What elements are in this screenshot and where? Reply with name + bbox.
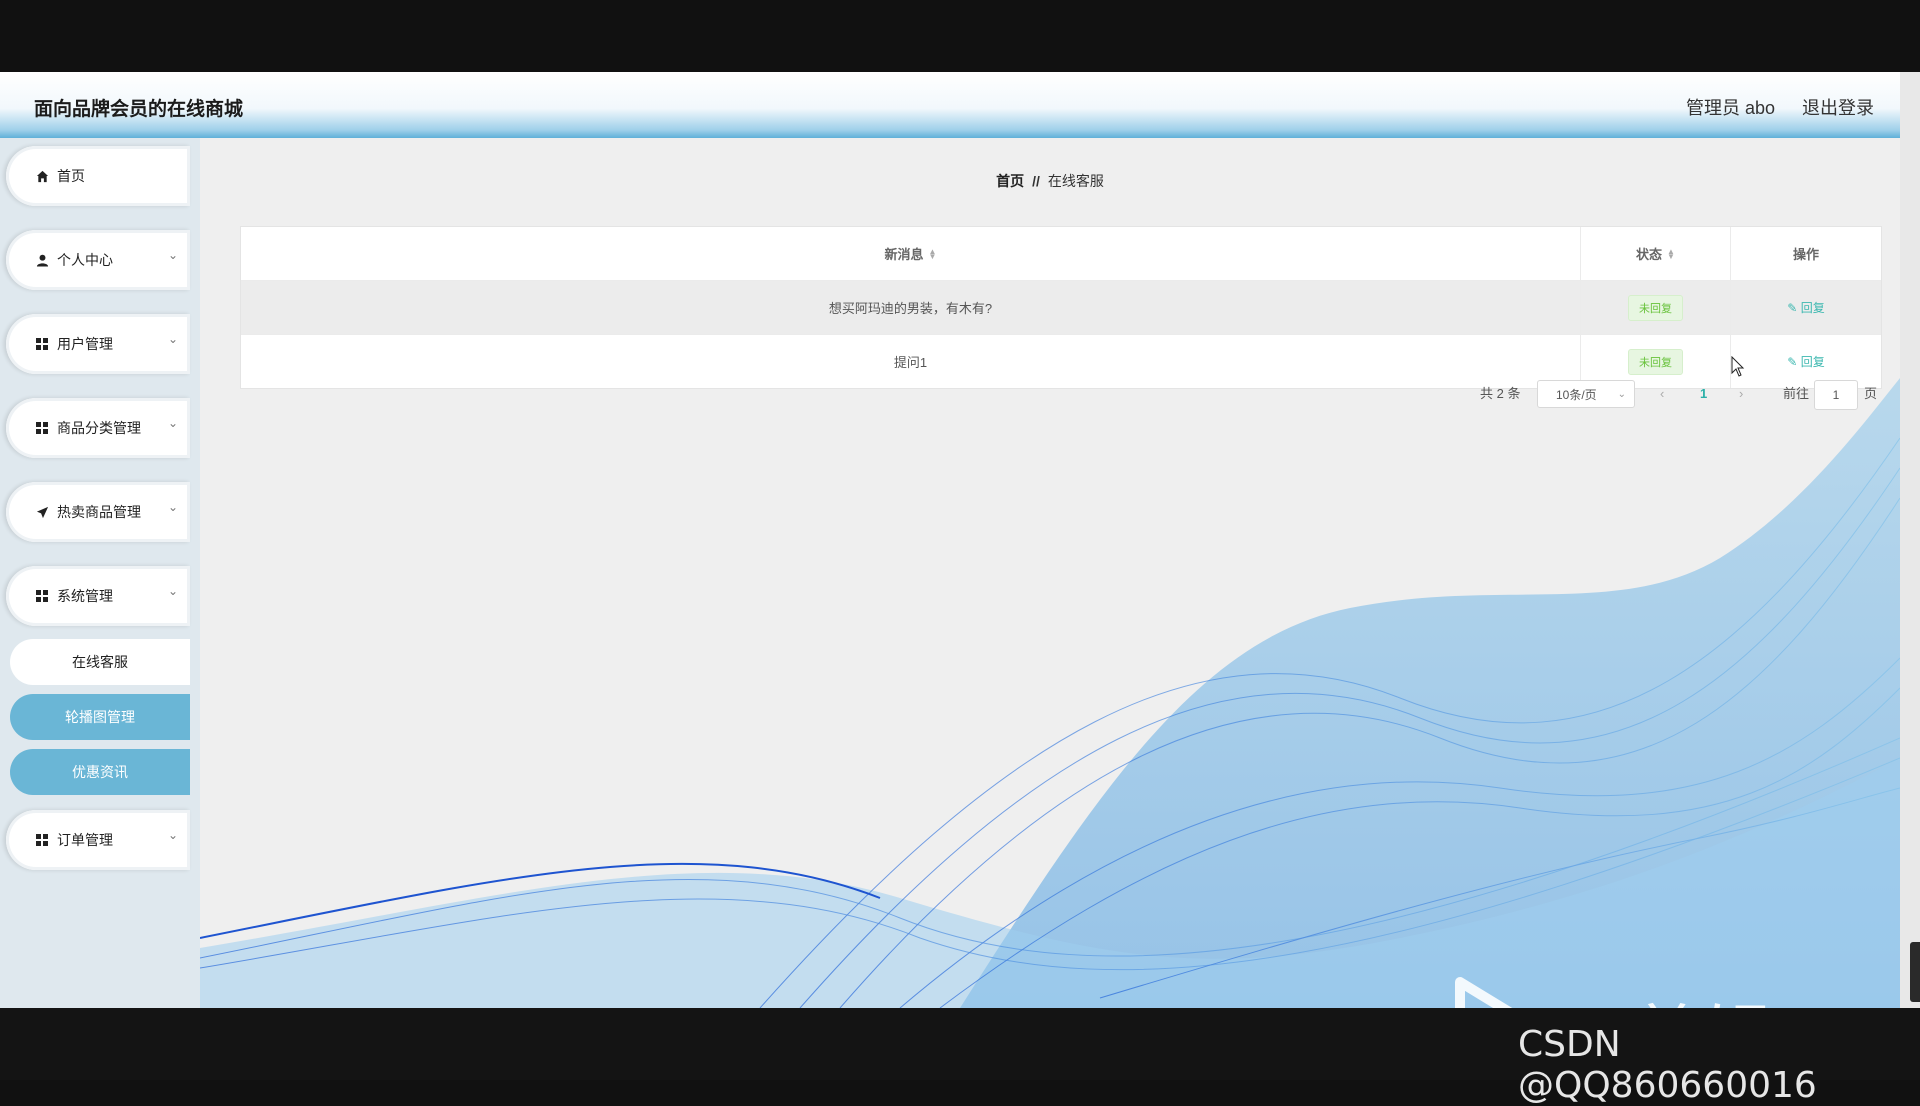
column-header-actions: 操作: [1731, 227, 1881, 280]
ev-editor-watermark: ev剪辑: [1452, 974, 1812, 1008]
sort-icon[interactable]: ▲ ▼: [929, 247, 937, 260]
sidebar-item-orders[interactable]: 订单管理 ⌄: [6, 810, 190, 870]
breadcrumb-current: 在线客服: [1047, 173, 1104, 189]
page-suffix-label: 页: [1864, 386, 1878, 401]
grid-icon: [34, 336, 50, 352]
chevron-down-icon: ⌄: [168, 500, 179, 514]
action-cell: ✎ 回复: [1731, 281, 1881, 334]
pagination-total: 共 2 条: [1480, 386, 1521, 401]
sidebar-item-label: 订单管理: [57, 832, 113, 848]
submenu-item-carousel[interactable]: 轮播图管理: [10, 694, 190, 740]
table-header-row: 新消息 ▲ ▼ 状态 ▲ ▼ 操作: [241, 227, 1881, 281]
edit-icon: ✎: [1787, 355, 1798, 369]
chevron-down-icon: ⌄: [1617, 389, 1626, 400]
mouse-cursor-icon: [1731, 356, 1745, 377]
pagination: 共 2 条 10条/页 ⌄ ‹ 1 › 前往 1 页: [200, 380, 1900, 410]
sidebar-item-categories[interactable]: 商品分类管理 ⌄: [6, 398, 190, 458]
video-letterbox-top: [0, 0, 1920, 72]
goto-page-input[interactable]: 1: [1814, 380, 1858, 410]
chevron-down-icon: ⌄: [168, 332, 179, 346]
ev-editor-watermark-text: ev剪辑: [1548, 980, 1773, 1008]
app-window: 面向品牌会员的在线商城 管理员 abo 退出登录 首页 个人中心 ⌄ 用户管理 …: [0, 72, 1900, 1008]
chevron-down-icon: ⌄: [168, 416, 179, 430]
next-page-icon[interactable]: ›: [1739, 380, 1743, 408]
column-header-label: 操作: [1792, 247, 1819, 262]
sidebar-item-system[interactable]: 系统管理 ⌄: [6, 566, 190, 626]
messages-table: 新消息 ▲ ▼ 状态 ▲ ▼ 操作 想买阿玛迪的男装，有木有? 未回复 ✎ 回复…: [240, 226, 1882, 389]
right-edge-strip: [1900, 72, 1920, 1008]
breadcrumb: 首页 // 在线客服: [200, 171, 1900, 191]
message-cell: 想买阿玛迪的男装，有木有?: [241, 281, 1581, 334]
submenu-item-online-service[interactable]: 在线客服: [10, 639, 190, 685]
column-header-message[interactable]: 新消息 ▲ ▼: [241, 227, 1581, 280]
logout-link[interactable]: 退出登录: [1802, 94, 1874, 120]
top-bar: 面向品牌会员的在线商城 管理员 abo 退出登录: [0, 72, 1900, 138]
reply-button[interactable]: ✎ 回复: [1787, 353, 1824, 370]
sidebar-item-profile[interactable]: 个人中心 ⌄: [6, 230, 190, 290]
chevron-down-icon: ⌄: [168, 248, 179, 262]
chevron-down-icon: ⌄: [168, 584, 179, 598]
grid-icon: [34, 420, 50, 436]
goto-label: 前往: [1783, 386, 1810, 401]
column-header-status[interactable]: 状态 ▲ ▼: [1581, 227, 1731, 280]
sidebar-item-label: 用户管理: [57, 336, 113, 352]
sidebar-item-label: 个人中心: [57, 252, 113, 268]
sort-icon[interactable]: ▲ ▼: [1667, 247, 1675, 260]
grid-icon: [34, 588, 50, 604]
current-user-label: 管理员 abo: [1686, 98, 1776, 118]
send-icon: [34, 504, 50, 520]
play-logo-icon: [1455, 977, 1513, 1008]
status-badge: 未回复: [1628, 294, 1683, 321]
edit-icon: ✎: [1787, 301, 1798, 315]
column-header-label: 状态: [1636, 247, 1663, 262]
reply-label: 回复: [1800, 301, 1825, 315]
column-header-label: 新消息: [884, 247, 924, 262]
sidebar: 首页 个人中心 ⌄ 用户管理 ⌄ 商品分类管理 ⌄ 热卖商品管理 ⌄ 系统管理 …: [0, 138, 200, 1008]
status-badge: 未回复: [1628, 348, 1683, 375]
page-number-current[interactable]: 1: [1700, 380, 1707, 408]
chevron-down-icon: ⌄: [168, 828, 179, 842]
home-icon: [34, 168, 50, 184]
breadcrumb-home[interactable]: 首页: [996, 173, 1024, 189]
prev-page-icon[interactable]: ‹: [1660, 380, 1664, 408]
sidebar-item-label: 热卖商品管理: [57, 504, 141, 520]
sidebar-item-label: 商品分类管理: [57, 420, 141, 436]
sidebar-item-home[interactable]: 首页: [6, 146, 190, 206]
reply-label: 回复: [1800, 355, 1825, 369]
sidebar-item-hot-products[interactable]: 热卖商品管理 ⌄: [6, 482, 190, 542]
site-title: 面向品牌会员的在线商城: [34, 99, 244, 120]
grid-icon: [34, 832, 50, 848]
reply-button[interactable]: ✎ 回复: [1787, 299, 1824, 316]
csdn-watermark: CSDN @QQ860660016: [1518, 1024, 1817, 1106]
main-content: 首页 // 在线客服 新消息 ▲▼ 状态 ▲▼ 操作 想买阿玛迪的男装，有木有?: [200, 138, 1900, 1008]
sidebar-item-users[interactable]: 用户管理 ⌄: [6, 314, 190, 374]
breadcrumb-separator: //: [1032, 173, 1040, 189]
page-size-value: 10条/页: [1556, 388, 1597, 402]
user-icon: [34, 252, 50, 268]
page-size-select[interactable]: 10条/页 ⌄: [1537, 380, 1635, 408]
sidebar-item-label: 首页: [57, 168, 85, 184]
scrollbar-handle[interactable]: [1910, 942, 1920, 1002]
status-cell: 未回复: [1581, 281, 1731, 334]
submenu-item-promotions[interactable]: 优惠资讯: [10, 749, 190, 795]
sidebar-item-label: 系统管理: [57, 588, 113, 604]
table-row: 想买阿玛迪的男装，有木有? 未回复 ✎ 回复: [241, 281, 1881, 335]
